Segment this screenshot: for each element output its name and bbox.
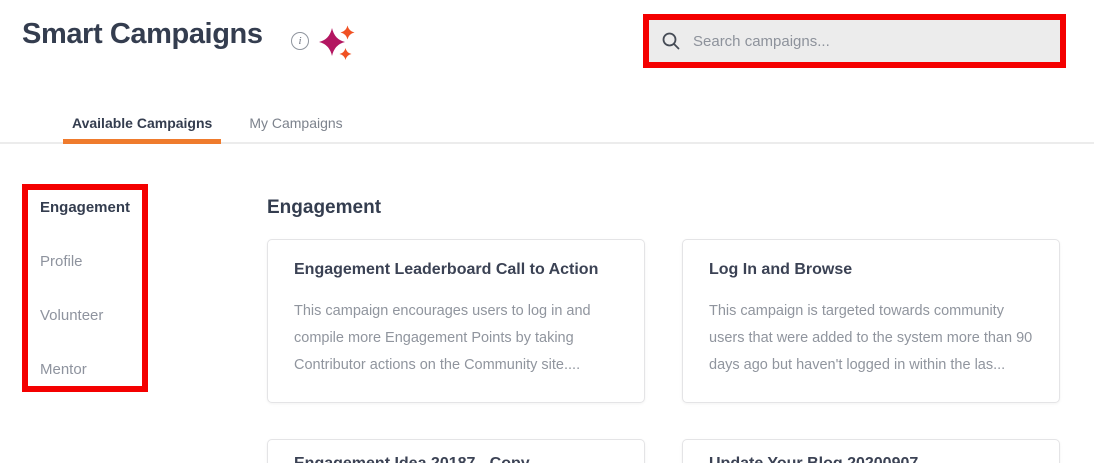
page-title: Smart Campaigns	[22, 18, 263, 50]
annotation-box-categories: Engagement Profile Volunteer Mentor	[22, 184, 148, 392]
campaign-grid: Engagement Leaderboard Call to Action Th…	[267, 239, 1062, 463]
info-icon[interactable]: i	[291, 32, 309, 50]
campaign-card-engagement-leaderboard[interactable]: Engagement Leaderboard Call to Action Th…	[267, 239, 645, 403]
tab-available-campaigns[interactable]: Available Campaigns	[63, 103, 222, 144]
section-heading: Engagement	[267, 197, 382, 218]
category-mentor[interactable]: Mentor	[40, 362, 142, 377]
search-icon	[662, 32, 680, 50]
campaign-card-description: This campaign encourages users to log in…	[294, 303, 591, 373]
category-engagement[interactable]: Engagement	[40, 200, 142, 215]
campaign-card-title: Engagement Leaderboard Call to Action	[294, 261, 599, 278]
campaign-card-partial-1[interactable]: Engagement Idea 20187 - Copy	[267, 439, 645, 463]
campaign-card-description: This campaign is targeted towards commun…	[709, 303, 1033, 373]
campaign-card-log-in-and-browse[interactable]: Log In and Browse This campaign is targe…	[682, 239, 1060, 403]
category-profile[interactable]: Profile	[40, 254, 142, 269]
ai-sparkles-icon	[319, 25, 355, 60]
tab-my-campaigns[interactable]: My Campaigns	[240, 103, 351, 142]
search-box[interactable]	[649, 20, 1060, 62]
category-volunteer[interactable]: Volunteer	[40, 308, 142, 323]
annotation-box-search	[643, 14, 1066, 68]
campaign-card-partial-2[interactable]: Update Your Blog 20200907	[682, 439, 1060, 463]
campaign-card-title: Log In and Browse	[709, 261, 853, 278]
search-input[interactable]	[691, 31, 1060, 51]
smart-campaigns-page: Smart Campaigns i Available Campaigns My…	[0, 0, 1094, 463]
campaign-card-title: Update Your Blog 20200907	[709, 454, 1033, 463]
tab-bar: Available Campaigns My Campaigns	[0, 103, 1094, 144]
campaign-card-title: Engagement Idea 20187 - Copy	[294, 454, 618, 463]
